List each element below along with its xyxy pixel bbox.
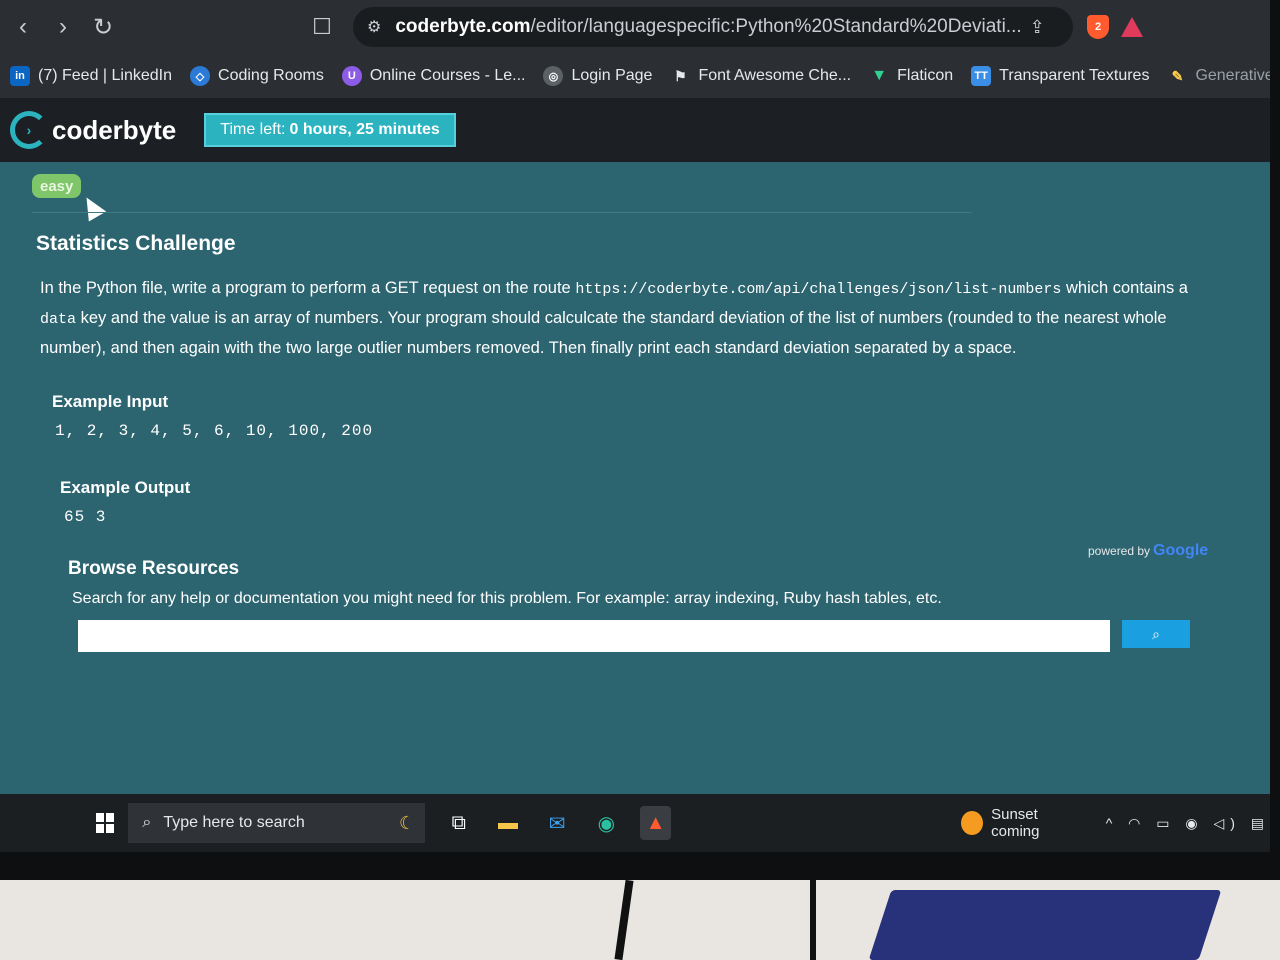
coderbyte-logo[interactable]: › coderbyte bbox=[10, 111, 176, 149]
taskbar-search-placeholder: Type here to search bbox=[163, 814, 305, 831]
site-settings-icon[interactable]: ⚙ bbox=[367, 17, 381, 37]
bookmark-icon[interactable]: ☐ bbox=[305, 10, 339, 44]
example-input-value: 1, 2, 3, 4, 5, 6, 10, 100, 200 bbox=[55, 422, 374, 440]
pen-icon: ✎ bbox=[1171, 67, 1184, 84]
bookmark-login-page[interactable]: ◎ Login Page bbox=[543, 66, 652, 86]
bookmark-label: Coding Rooms bbox=[218, 67, 324, 84]
bookmark-label: Online Courses - Le... bbox=[369, 67, 526, 84]
desc-part-3: key and the value is an array of numbers… bbox=[40, 309, 1167, 357]
search-icon: ⌕ bbox=[142, 814, 152, 831]
bookmark-font-awesome[interactable]: ⚑ Font Awesome Che... bbox=[670, 66, 851, 86]
timer-value: 0 hours, 25 minutes bbox=[289, 121, 440, 138]
mail-icon[interactable]: ✉ bbox=[542, 806, 573, 840]
bookmark-transparent-textures[interactable]: TT Transparent Textures bbox=[971, 66, 1149, 86]
brave-browser-icon[interactable]: ▲ bbox=[639, 806, 672, 840]
search-button[interactable]: ⌕ bbox=[1122, 620, 1190, 648]
url-path: /editor/languagespecific:Python%20Standa… bbox=[530, 16, 1022, 37]
windows-taskbar: ⌕ Type here to search ☾ ⧉ ▬ ✉ ◉ ▲ Sunset… bbox=[0, 794, 1270, 852]
flaticon-icon: ▼ bbox=[871, 67, 888, 84]
challenge-page: › coderbyte Time left: 0 hours, 25 minut… bbox=[0, 98, 1270, 794]
reload-icon[interactable]: ↻ bbox=[86, 10, 120, 44]
shield-count: 2 bbox=[1094, 21, 1102, 33]
coderbyte-logo-icon: › bbox=[10, 111, 48, 149]
cable bbox=[614, 879, 634, 960]
system-tray[interactable]: ^ ◠ ▭ ◉ ◁) ▤ bbox=[1106, 815, 1270, 832]
bookmark-generative-ai[interactable]: ✎ Generative AI - Bizt... bbox=[1167, 66, 1270, 86]
tt-icon: TT bbox=[971, 66, 992, 86]
share-icon[interactable]: ⇪ bbox=[1030, 17, 1045, 38]
challenge-content: easy Statistics Challenge In the Python … bbox=[0, 162, 1270, 794]
data-key: data bbox=[40, 311, 77, 328]
monitor-stand bbox=[600, 879, 820, 960]
logo-text: coderbyte bbox=[52, 114, 177, 145]
example-output-label: Example Output bbox=[60, 478, 191, 497]
powered-by-google: powered by Google bbox=[1088, 542, 1208, 560]
bookmark-coding-rooms[interactable]: ◇ Coding Rooms bbox=[190, 66, 324, 86]
screen: ‹ › ↻ ☐ ⚙ coderbyte.com /editor/language… bbox=[0, 0, 1270, 852]
desc-part-2: which contains a bbox=[1061, 279, 1188, 297]
brave-shield-icon[interactable]: 2 bbox=[1087, 15, 1109, 39]
sunset-icon bbox=[961, 811, 984, 835]
browse-resources-description: Search for any help or documentation you… bbox=[72, 590, 942, 607]
api-route: https://coderbyte.com/api/challenges/jso… bbox=[575, 281, 1062, 298]
globe-icon: ◎ bbox=[543, 66, 564, 86]
forward-icon[interactable]: › bbox=[46, 10, 80, 44]
search-icon: ⌕ bbox=[1152, 625, 1160, 642]
udemy-icon: U bbox=[341, 66, 362, 86]
bookmark-online-courses[interactable]: U Online Courses - Le... bbox=[341, 66, 526, 86]
linkedin-icon: in bbox=[10, 66, 30, 86]
flag-icon: ⚑ bbox=[674, 67, 687, 84]
mouse-cursor-icon bbox=[77, 192, 107, 222]
address-bar[interactable]: ⚙ coderbyte.com /editor/languagespecific… bbox=[353, 7, 1073, 47]
bookmark-label: Generative AI - Bizt... bbox=[1195, 67, 1270, 84]
windows-start-icon[interactable] bbox=[96, 813, 115, 833]
resources-search-input[interactable] bbox=[78, 620, 1110, 652]
brave-rewards-icon[interactable] bbox=[1121, 17, 1143, 37]
site-header: › coderbyte Time left: 0 hours, 25 minut… bbox=[0, 98, 1270, 162]
example-output-value: 65 3 bbox=[64, 508, 107, 526]
timer-prefix: Time left: bbox=[220, 121, 286, 138]
url-domain: coderbyte.com bbox=[395, 16, 531, 37]
time-left-badge: Time left: 0 hours, 25 minutes bbox=[204, 113, 456, 147]
monitor-bezel: ‹ › ↻ ☐ ⚙ coderbyte.com /editor/language… bbox=[0, 0, 1280, 880]
task-view-icon[interactable]: ⧉ bbox=[443, 806, 474, 840]
bookmark-linkedin[interactable]: in (7) Feed | LinkedIn bbox=[10, 66, 172, 86]
powered-by-text: powered by bbox=[1088, 544, 1151, 558]
coding-rooms-icon: ◇ bbox=[190, 66, 211, 86]
book bbox=[868, 890, 1222, 960]
difficulty-badge: easy bbox=[32, 174, 82, 198]
divider bbox=[32, 212, 972, 213]
weather-widget[interactable]: Sunset coming bbox=[961, 806, 1081, 840]
example-input-label: Example Input bbox=[52, 392, 169, 411]
bookmark-flaticon[interactable]: ▼ Flaticon bbox=[869, 66, 953, 86]
taskbar-search-box[interactable]: ⌕ Type here to search ☾ bbox=[128, 803, 426, 843]
edge-icon[interactable]: ◉ bbox=[591, 806, 622, 840]
weather-text: Sunset coming bbox=[991, 806, 1040, 840]
bookmark-label: Transparent Textures bbox=[999, 67, 1150, 84]
bookmark-label: Login Page bbox=[571, 67, 653, 84]
bookmarks-bar: in (7) Feed | LinkedIn ◇ Coding Rooms U … bbox=[0, 54, 1270, 98]
challenge-description: In the Python file, write a program to p… bbox=[40, 274, 1200, 363]
desc-part-1: In the Python file, write a program to p… bbox=[40, 279, 576, 297]
challenge-title: Statistics Challenge bbox=[36, 232, 236, 255]
google-logo: Google bbox=[1153, 542, 1209, 559]
bookmark-label: Font Awesome Che... bbox=[698, 67, 852, 84]
back-icon[interactable]: ‹ bbox=[6, 10, 40, 44]
file-explorer-icon[interactable]: ▬ bbox=[492, 806, 523, 840]
browse-resources-title: Browse Resources bbox=[68, 558, 240, 579]
search-highlight-icon: ☾ bbox=[398, 812, 416, 833]
bookmark-label: (7) Feed | LinkedIn bbox=[38, 67, 173, 84]
cable bbox=[810, 880, 816, 960]
browser-toolbar: ‹ › ↻ ☐ ⚙ coderbyte.com /editor/language… bbox=[0, 0, 1270, 54]
bookmark-label: Flaticon bbox=[897, 67, 954, 84]
